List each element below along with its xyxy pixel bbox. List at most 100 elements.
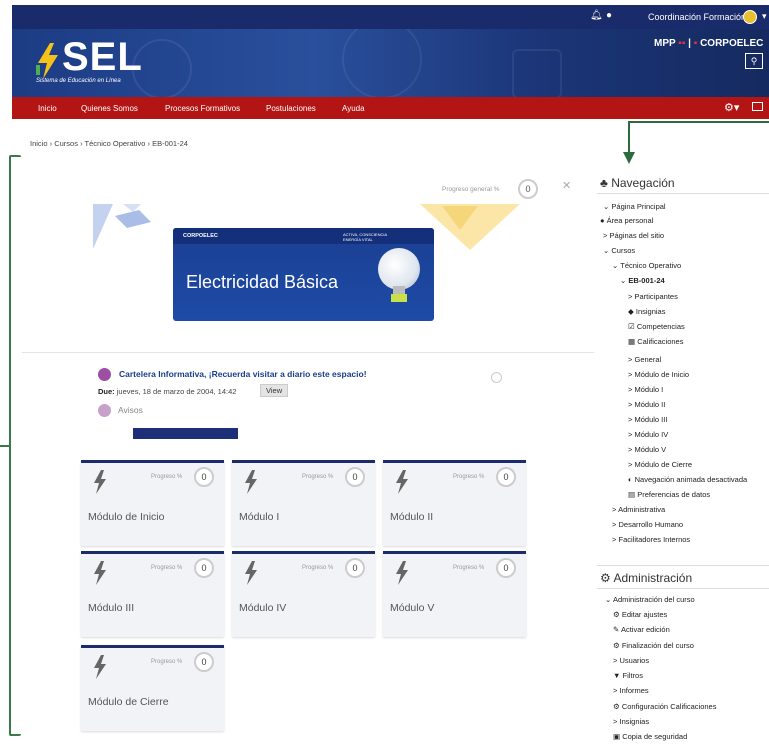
breadcrumb: Inicio › Cursos › Técnico Operativo › EB… [30, 139, 188, 148]
nav-tree-label: Facilitadores Internos [618, 535, 691, 544]
admin-item-icon: ⚙ [613, 702, 620, 711]
nav-tree-label: Página Principal [611, 202, 666, 211]
nav-tree-item[interactable]: > Páginas del sitio [603, 231, 664, 240]
nav-tree-item[interactable]: > Módulo II [628, 400, 665, 409]
admin-item[interactable]: > Informes [613, 686, 649, 695]
chevron-down-icon[interactable]: ▾ [762, 11, 767, 22]
view-button[interactable]: View [260, 384, 289, 397]
administration-title: ⚙ Administración [600, 571, 693, 585]
breadcrumb-item[interactable]: Inicio [30, 139, 48, 148]
avatar[interactable] [743, 10, 757, 24]
annotation-bracket-tip [0, 445, 10, 447]
nav-tree-icon: > [628, 400, 633, 409]
nav-tree-label: Módulo II [634, 400, 666, 409]
module-tile[interactable]: Progreso % 0 Módulo V [383, 551, 526, 637]
nav-tree-item[interactable]: > Participantes [628, 292, 678, 301]
admin-item-icon: ⚙ [613, 610, 620, 619]
admin-item-label: Activar edición [620, 625, 670, 634]
module-tile[interactable]: Progreso % 0 Módulo de Inicio [81, 460, 224, 546]
banner-tagline: ACTIVA, CONSCIENCIA ENERGÍA VITAL [343, 232, 387, 242]
nav-tree-label: Módulo de Cierre [634, 460, 693, 469]
module-tile[interactable]: Progreso % 0 Módulo I [232, 460, 375, 546]
admin-item[interactable]: ✎ Activar edición [613, 625, 670, 634]
tile-title[interactable]: Módulo I [239, 511, 279, 523]
user-name[interactable]: Coordinación Formación [648, 12, 746, 22]
logo-text[interactable]: SEL [62, 35, 143, 80]
nav-tree-item[interactable]: ▦ Calificaciones [628, 337, 683, 346]
nav-tree-item[interactable]: ▤ Preferencias de datos [628, 490, 710, 499]
module-tile[interactable]: Progreso % 0 Módulo de Cierre [81, 645, 224, 731]
tile-progress-circle: 0 [496, 558, 516, 578]
admin-item-icon: ⌄ [605, 595, 612, 604]
nav-tree-item[interactable]: ⌄ Cursos [603, 246, 635, 255]
search-button[interactable]: ⚲ [745, 53, 763, 69]
nav-tree-item[interactable]: ◐ Navegación animada desactivada [628, 475, 747, 484]
nav-tree-item[interactable]: > Facilitadores Internos [612, 535, 690, 544]
chat-icon[interactable]: ● [606, 10, 612, 21]
nav-tree-item[interactable]: > Módulo I [628, 385, 663, 394]
tile-progress-label: Progreso % [302, 565, 334, 571]
tile-title[interactable]: Módulo de Inicio [88, 511, 164, 523]
avisos-link[interactable]: Avisos [118, 405, 143, 415]
nav-tree-item[interactable]: ☑ Competencias [628, 322, 685, 331]
sidebar-toggle-icon[interactable] [752, 102, 763, 111]
nav-item-procesos-formativos[interactable]: Procesos Formativos [165, 104, 240, 113]
bell-icon[interactable]: 🔔︎ [590, 10, 603, 21]
nav-tree-item[interactable]: > Módulo de Inicio [628, 370, 689, 379]
module-tile[interactable]: Progreso % 0 Módulo II [383, 460, 526, 546]
tile-progress-circle: 0 [345, 558, 365, 578]
tile-progress-label: Progreso % [453, 474, 485, 480]
nav-tree-item[interactable]: > Administrativa [612, 505, 665, 514]
nav-tree-item[interactable]: ⌄ EB-001-24 [620, 276, 665, 285]
nav-tree-item[interactable]: ● Área personal [600, 216, 653, 225]
admin-item-icon: ⚙ [613, 641, 620, 650]
module-tile[interactable]: Progreso % 0 Módulo IV [232, 551, 375, 637]
nav-tree-item[interactable]: ⌄ Página Principal [603, 202, 666, 211]
nav-item-quienes-somos[interactable]: Quienes Somos [81, 104, 138, 113]
tile-progress-circle: 0 [496, 467, 516, 487]
nav-item-inicio[interactable]: Inicio [38, 104, 57, 113]
admin-item[interactable]: > Insignias [613, 717, 649, 726]
bolt-icon [94, 561, 106, 585]
site-header: SEL Sistema de Educación en Línea MPP ▪▪… [12, 29, 769, 97]
nav-tree-item[interactable]: > Módulo de Cierre [628, 460, 692, 469]
nav-tree-label: Módulo IV [634, 430, 669, 439]
close-icon[interactable]: ✕ [562, 179, 571, 192]
admin-item[interactable]: ⌄ Administración del curso [605, 595, 695, 604]
banner-company: CORPOELEC [183, 233, 218, 239]
module-tile[interactable]: Progreso % 0 Módulo III [81, 551, 224, 637]
tile-title[interactable]: Módulo IV [239, 602, 286, 614]
admin-item-label: Insignias [619, 717, 650, 726]
nav-tree-label: Cursos [611, 246, 636, 255]
nav-tree-item[interactable]: > Módulo V [628, 445, 666, 454]
tile-progress-label: Progreso % [151, 659, 183, 665]
annotation-arrow-line [628, 121, 769, 123]
admin-item-label: Copia de seguridad [622, 732, 688, 741]
admin-item[interactable]: > Usuarios [613, 656, 649, 665]
tile-title[interactable]: Módulo de Cierre [88, 696, 169, 708]
nav-tree-item[interactable]: > Módulo IV [628, 430, 668, 439]
nav-tree-item[interactable]: > Módulo III [628, 415, 667, 424]
nav-tree-item[interactable]: ◆ Insignias [628, 307, 665, 316]
gear-icon[interactable]: ⚙▾ [724, 101, 739, 114]
breadcrumb-item[interactable]: Cursos [54, 139, 78, 148]
announcement-link[interactable]: Cartelera Informativa, ¡Recuerda visitar… [119, 369, 367, 379]
nav-item-ayuda[interactable]: Ayuda [342, 104, 365, 113]
nav-tree-label: Desarrollo Humano [618, 520, 684, 529]
completion-checkbox[interactable] [491, 372, 502, 383]
admin-item[interactable]: ⚙ Finalización del curso [613, 641, 694, 650]
admin-item[interactable]: ⚙ Configuración Calificaciones [613, 702, 716, 711]
admin-item[interactable]: ⚙ Editar ajustes [613, 610, 667, 619]
admin-item[interactable]: ▣ Copia de seguridad [613, 732, 687, 741]
tile-title[interactable]: Módulo II [390, 511, 433, 523]
admin-item-label: Usuarios [619, 656, 650, 665]
tile-title[interactable]: Módulo V [390, 602, 434, 614]
admin-item[interactable]: ▼ Filtros [613, 671, 643, 680]
nav-item-postulaciones[interactable]: Postulaciones [266, 104, 316, 113]
nav-tree-item[interactable]: ⌄ Técnico Operativo [612, 261, 681, 270]
nav-tree-item[interactable]: > Desarrollo Humano [612, 520, 683, 529]
nav-tree-icon: ⌄ [603, 246, 610, 255]
nav-tree-item[interactable]: > General [628, 355, 661, 364]
tile-title[interactable]: Módulo III [88, 602, 134, 614]
breadcrumb-item[interactable]: Técnico Operativo [85, 139, 146, 148]
